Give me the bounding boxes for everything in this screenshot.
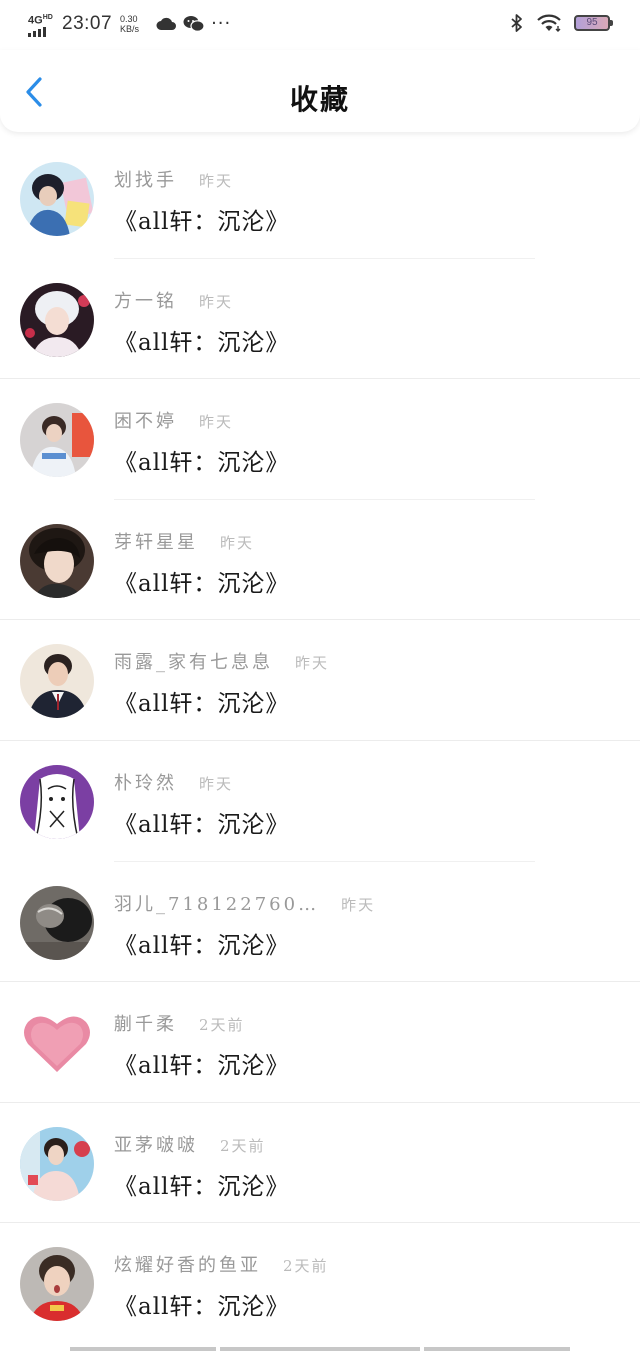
list-item[interactable]: 炫耀好香的鱼亚 2天前 《all轩：沉沦》 <box>0 1223 640 1344</box>
post-title[interactable]: 《all轩：沉沦》 <box>114 1046 289 1080</box>
avatar[interactable] <box>20 885 94 960</box>
list-item[interactable]: 雨露_家有七息息 昨天 《all轩：沉沦》 <box>0 620 640 741</box>
post-time: 昨天 <box>199 413 234 432</box>
post-time: 昨天 <box>295 654 330 673</box>
post-time: 昨天 <box>199 774 234 793</box>
post-title[interactable]: 《all轩：沉沦》 <box>114 323 289 357</box>
item-meta: 亚茅啵啵 2天前 <box>114 1131 266 1157</box>
avatar[interactable] <box>20 644 94 719</box>
avatar[interactable] <box>20 1006 94 1081</box>
network-indicator: 4GHD <box>28 12 56 37</box>
post-title[interactable]: 《all轩：沉沦》 <box>114 1287 289 1321</box>
bluetooth-icon <box>511 14 522 32</box>
post-time: 昨天 <box>199 292 234 311</box>
user-name[interactable]: 朴玲然 <box>114 769 177 795</box>
avatar[interactable] <box>20 162 94 236</box>
user-name[interactable]: 蒯千柔 <box>114 1010 177 1036</box>
list-item[interactable]: 划找手 昨天 《all轩：沉沦》 <box>0 138 640 259</box>
item-meta: 困不婷 昨天 <box>114 407 233 433</box>
list-item[interactable]: 朴玲然 昨天 《all轩：沉沦》 <box>0 741 640 862</box>
user-name[interactable]: 困不婷 <box>114 407 177 433</box>
bottom-scroll-indicator <box>70 1347 570 1351</box>
nav-header: 收藏 <box>0 50 640 132</box>
list-item[interactable]: 羽儿_718122760… 昨天 《all轩：沉沦》 <box>0 862 640 983</box>
user-name[interactable]: 炫耀好香的鱼亚 <box>114 1251 261 1277</box>
post-time: 昨天 <box>341 895 376 914</box>
item-meta: 羽儿_718122760… 昨天 <box>114 890 375 916</box>
wechat-icon <box>183 16 205 33</box>
user-name[interactable]: 羽儿_718122760… <box>114 890 319 916</box>
post-title[interactable]: 《all轩：沉沦》 <box>114 202 289 236</box>
list-item[interactable]: 芽轩星星 昨天 《all轩：沉沦》 <box>0 500 640 621</box>
user-name[interactable]: 芽轩星星 <box>114 528 198 554</box>
post-time: 2天前 <box>220 1136 266 1155</box>
avatar[interactable] <box>20 1247 94 1322</box>
status-bar: 4GHD 23:07 0.30 KB/s ··· 95 <box>0 0 640 50</box>
post-title[interactable]: 《all轩：沉沦》 <box>114 926 289 960</box>
item-meta: 朴玲然 昨天 <box>114 769 233 795</box>
user-name[interactable]: 方一铭 <box>114 287 177 313</box>
more-notifications-icon: ··· <box>211 13 232 35</box>
battery-icon: 95 <box>574 15 613 31</box>
cloud-icon <box>156 18 177 31</box>
avatar[interactable] <box>20 523 94 598</box>
post-title[interactable]: 《all轩：沉沦》 <box>114 684 289 718</box>
status-right: 95 <box>510 13 613 33</box>
post-time: 2天前 <box>283 1257 329 1276</box>
network-speed: 0.30 KB/s <box>120 14 140 35</box>
item-meta: 蒯千柔 2天前 <box>114 1010 245 1036</box>
clock: 23:07 <box>62 13 113 35</box>
post-time: 昨天 <box>220 533 255 552</box>
notification-icons: ··· <box>155 15 231 33</box>
item-meta: 划找手 昨天 <box>114 166 233 192</box>
wifi-icon <box>537 14 561 32</box>
avatar[interactable] <box>20 403 94 478</box>
post-title[interactable]: 《all轩：沉沦》 <box>114 443 289 477</box>
post-title[interactable]: 《all轩：沉沦》 <box>114 805 289 839</box>
status-left: 4GHD 23:07 0.30 KB/s ··· <box>28 12 231 37</box>
avatar[interactable] <box>20 1126 94 1201</box>
favorites-list: 划找手 昨天 《all轩：沉沦》 方一铭 昨天 《all轩：沉沦》 困不婷 昨天… <box>0 138 640 1344</box>
list-item[interactable]: 蒯千柔 2天前 《all轩：沉沦》 <box>0 982 640 1103</box>
item-meta: 炫耀好香的鱼亚 2天前 <box>114 1251 329 1277</box>
user-name[interactable]: 划找手 <box>114 166 177 192</box>
list-item[interactable]: 亚茅啵啵 2天前 《all轩：沉沦》 <box>0 1103 640 1224</box>
post-time: 昨天 <box>199 172 234 190</box>
post-title[interactable]: 《all轩：沉沦》 <box>114 1167 289 1201</box>
list-item[interactable]: 困不婷 昨天 《all轩：沉沦》 <box>0 379 640 500</box>
user-name[interactable]: 雨露_家有七息息 <box>114 648 273 674</box>
item-meta: 芽轩星星 昨天 <box>114 528 254 554</box>
signal-icon <box>28 26 46 37</box>
post-title[interactable]: 《all轩：沉沦》 <box>114 564 289 598</box>
post-time: 2天前 <box>199 1016 245 1035</box>
user-name[interactable]: 亚茅啵啵 <box>114 1131 198 1157</box>
network-label: 4GHD <box>28 14 53 27</box>
page-title: 收藏 <box>289 83 350 116</box>
item-meta: 雨露_家有七息息 昨天 <box>114 648 329 674</box>
avatar[interactable] <box>20 282 94 357</box>
item-meta: 方一铭 昨天 <box>114 287 233 313</box>
list-item[interactable]: 方一铭 昨天 《all轩：沉沦》 <box>0 259 640 380</box>
avatar[interactable] <box>20 764 94 839</box>
